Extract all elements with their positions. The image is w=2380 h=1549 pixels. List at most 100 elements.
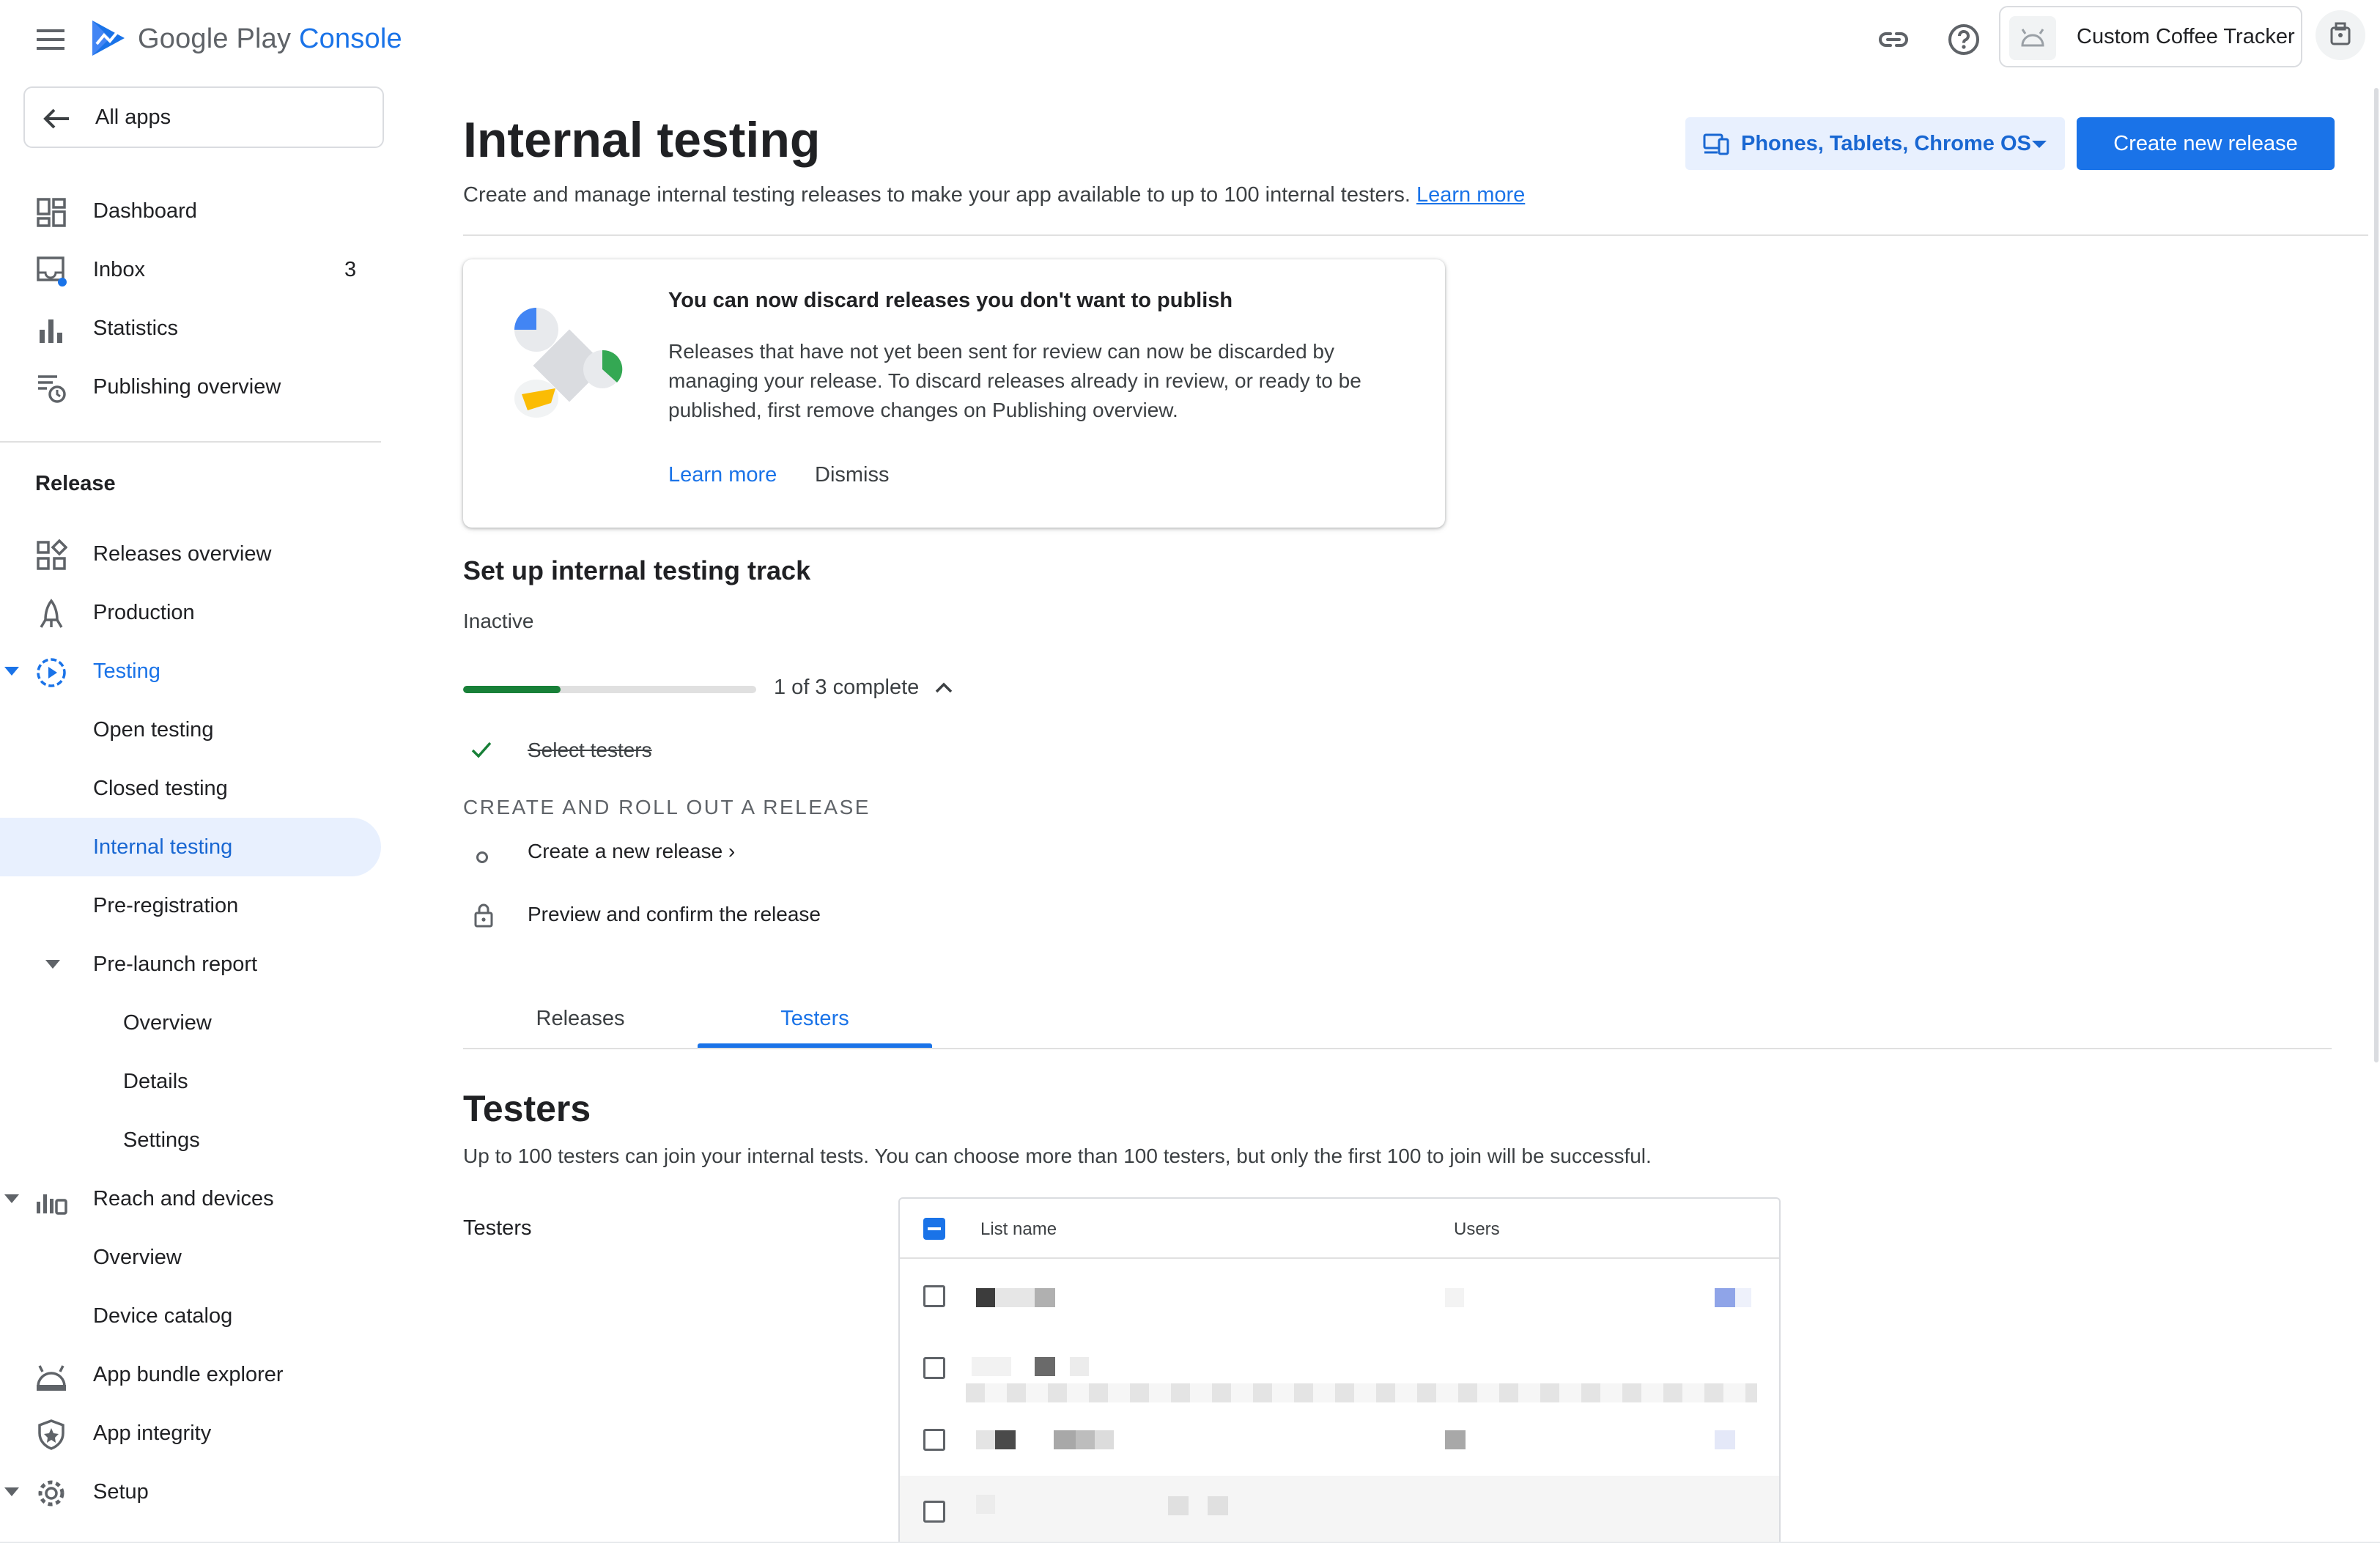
chevron-down-icon	[2032, 141, 2047, 148]
notice-body: Releases that have not yet been sent for…	[668, 340, 1361, 421]
step-create-new-release-link[interactable]: Create a new release ›	[528, 840, 735, 863]
sidebar-item-setup[interactable]: Setup	[0, 1463, 388, 1521]
link-icon[interactable]	[1876, 22, 1911, 57]
table-header: List name Users	[900, 1199, 1779, 1259]
sidebar-item-label: Overview	[93, 1246, 182, 1269]
brand-title[interactable]: Google Play Console	[138, 23, 402, 55]
setup-progress-fill	[463, 686, 561, 693]
sidebar-item-label: Closed testing	[93, 777, 228, 800]
tab-releases[interactable]: Releases	[463, 1007, 698, 1031]
notice-dismiss-button[interactable]: Dismiss	[815, 463, 890, 487]
redacted-content	[1035, 1357, 1055, 1376]
window-bottom-edge	[0, 1542, 2380, 1549]
schedule-list-icon	[35, 372, 67, 404]
page-scrollbar[interactable]	[2374, 88, 2379, 1062]
devices-icon	[1703, 133, 1729, 155]
sidebar-item-production[interactable]: Production	[0, 583, 388, 642]
production-icon	[35, 598, 67, 630]
sidebar-item-pre-registration[interactable]: Pre-registration	[0, 876, 388, 935]
table-row[interactable]	[900, 1260, 1779, 1332]
expand-caret-icon	[44, 957, 62, 972]
redacted-content	[1715, 1288, 1735, 1307]
redacted-content	[1735, 1288, 1751, 1307]
dashboard-icon	[35, 196, 67, 229]
help-icon[interactable]	[1946, 22, 1981, 57]
learn-more-link[interactable]: Learn more	[1416, 183, 1525, 207]
sidebar-item-label: Pre-registration	[93, 894, 239, 917]
sidebar-item-label: Device catalog	[93, 1304, 233, 1328]
sidebar-item-inbox[interactable]: Inbox 3	[0, 240, 388, 299]
table-row[interactable]	[900, 1332, 1779, 1404]
sidebar-item-internal-testing[interactable]: Internal testing	[0, 818, 381, 876]
expand-caret-icon	[3, 664, 21, 679]
redacted-content	[1076, 1430, 1095, 1449]
sidebar-item-label: Dashboard	[93, 199, 197, 223]
sidebar-item-publishing-overview[interactable]: Publishing overview	[0, 358, 388, 416]
testers-description: Up to 100 testers can join your internal…	[463, 1145, 1652, 1167]
sidebar-item-reach-overview[interactable]: Overview	[0, 1228, 388, 1287]
collapse-chevron-up-icon[interactable]	[934, 680, 954, 695]
sidebar-item-pre-launch-report[interactable]: Pre-launch report	[0, 935, 388, 994]
android-bundle-icon	[35, 1360, 67, 1392]
step-select-testers: Select testers	[528, 739, 652, 761]
sidebar-item-pre-launch-settings[interactable]: Settings	[0, 1111, 388, 1169]
sidebar-item-app-bundle-explorer[interactable]: App bundle explorer	[0, 1345, 388, 1404]
sidebar-item-app-integrity[interactable]: App integrity	[0, 1404, 388, 1463]
redacted-content	[1035, 1288, 1055, 1307]
select-all-checkbox[interactable]	[923, 1218, 945, 1240]
table-row[interactable]	[900, 1476, 1779, 1548]
sidebar-item-label: Pre-launch report	[93, 953, 258, 976]
app-name: Custom Coffee Tracker	[2077, 25, 2295, 48]
device-filter-dropdown[interactable]: Phones, Tablets, Chrome OS	[1685, 117, 2065, 170]
google-play-console-logo-icon[interactable]	[88, 18, 129, 59]
tab-testers[interactable]: Testers	[698, 1007, 932, 1031]
expand-caret-icon	[3, 1485, 21, 1499]
row-checkbox[interactable]	[923, 1285, 945, 1307]
redacted-content	[1715, 1430, 1735, 1449]
sidebar-item-open-testing[interactable]: Open testing	[0, 700, 388, 759]
redacted-content	[976, 1495, 995, 1514]
reach-devices-icon	[35, 1184, 67, 1216]
sidebar-item-label: App integrity	[93, 1422, 212, 1445]
sidebar-item-device-catalog[interactable]: Device catalog	[0, 1287, 388, 1345]
device-filter-label: Phones, Tablets, Chrome OS	[1741, 132, 2031, 155]
redacted-content	[972, 1357, 1011, 1376]
header-divider	[463, 234, 2368, 236]
redacted-content	[995, 1288, 1035, 1307]
table-row[interactable]	[900, 1404, 1779, 1476]
redacted-content	[966, 1383, 1757, 1402]
sidebar-item-pre-launch-overview[interactable]: Overview	[0, 994, 388, 1052]
shield-icon	[35, 1419, 67, 1451]
redacted-content	[1168, 1496, 1189, 1515]
row-checkbox[interactable]	[923, 1501, 945, 1523]
sidebar-item-statistics[interactable]: Statistics	[0, 299, 388, 358]
sidebar-item-testing[interactable]: Testing	[0, 642, 388, 700]
testers-field-label: Testers	[463, 1216, 532, 1240]
column-header-users: Users	[1454, 1219, 1500, 1239]
redacted-content	[1208, 1496, 1228, 1515]
sidebar-item-pre-launch-details[interactable]: Details	[0, 1052, 388, 1111]
active-tab-indicator	[698, 1043, 932, 1048]
gear-icon	[35, 1477, 67, 1509]
redacted-content	[1445, 1430, 1466, 1449]
account-button[interactable]	[2316, 10, 2365, 60]
page-subtitle: Create and manage internal testing relea…	[463, 183, 1525, 207]
brand-console: Console	[298, 23, 402, 54]
menu-icon[interactable]	[34, 25, 70, 54]
sidebar-item-reach-and-devices[interactable]: Reach and devices	[0, 1169, 388, 1228]
track-status: Inactive	[463, 610, 534, 632]
app-avatar-icon	[2009, 16, 2056, 60]
inbox-count-badge: 3	[344, 258, 357, 281]
testers-title: Testers	[463, 1088, 591, 1129]
all-apps-button[interactable]: All apps	[23, 86, 384, 148]
create-new-release-button[interactable]: Create new release	[2077, 117, 2335, 170]
row-checkbox[interactable]	[923, 1429, 945, 1451]
sidebar-item-label: Details	[123, 1070, 188, 1093]
notice-learn-more-link[interactable]: Learn more	[668, 463, 777, 487]
row-checkbox[interactable]	[923, 1357, 945, 1379]
sidebar-item-releases-overview[interactable]: Releases overview	[0, 525, 388, 583]
sidebar-item-dashboard[interactable]: Dashboard	[0, 182, 388, 240]
sidebar-item-closed-testing[interactable]: Closed testing	[0, 759, 388, 818]
main-content: Internal testing Create and manage inter…	[463, 76, 2368, 1549]
app-selector[interactable]: Custom Coffee Tracker	[1999, 6, 2302, 67]
